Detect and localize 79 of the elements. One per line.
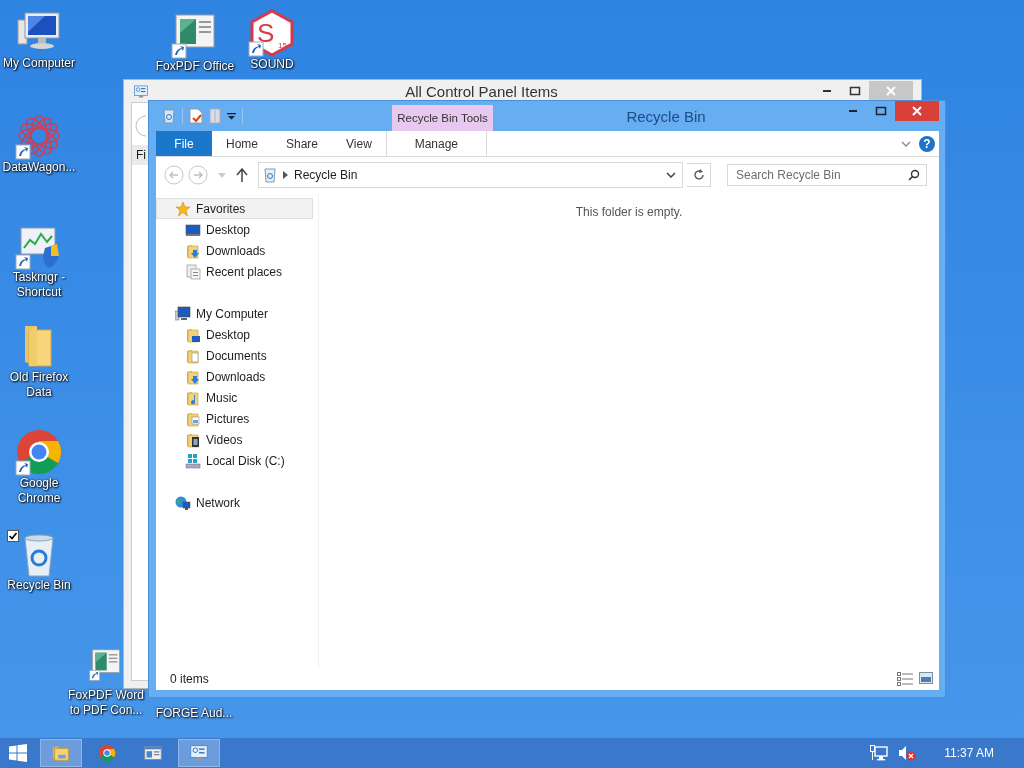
checkbox[interactable] <box>7 530 19 542</box>
dropdown-icon[interactable] <box>227 112 236 120</box>
icon-label: Old Firefox Data <box>8 370 70 400</box>
icon-label: SOUND <box>249 57 295 72</box>
nav-item[interactable]: My Computer <box>156 303 313 324</box>
nav-item[interactable]: Downloads <box>156 240 313 261</box>
window-title: All Control Panel Items <box>404 82 559 100</box>
nav-item[interactable]: Pictures <box>156 408 313 429</box>
nav-item[interactable]: Music <box>156 387 313 408</box>
pictures-icon <box>185 410 201 427</box>
computer-icon <box>175 305 191 322</box>
disk-icon <box>185 452 201 469</box>
chrome-icon[interactable] <box>15 428 63 476</box>
window-title: Recycle Bin <box>625 106 707 127</box>
recent-icon <box>185 263 201 280</box>
close-button[interactable] <box>895 101 939 121</box>
large-icons-view-icon[interactable] <box>919 672 933 684</box>
minimize-icon <box>849 110 857 112</box>
item-count: 0 items <box>170 672 210 686</box>
address-path: Recycle Bin <box>294 168 359 182</box>
close-icon <box>886 86 896 96</box>
refresh-button[interactable] <box>687 163 711 187</box>
downloads-icon <box>185 242 201 259</box>
control-panel-icon <box>132 83 150 99</box>
icon-label: FoxPDF Office <box>155 59 235 74</box>
datawagon-icon[interactable] <box>15 112 63 160</box>
network-icon[interactable] <box>870 745 889 761</box>
nav-item[interactable]: Desktop <box>156 219 313 240</box>
maximize-icon <box>875 106 887 116</box>
videos-icon <box>185 431 201 448</box>
icon-label: FORGE Aud... <box>154 706 234 721</box>
chevron-right-icon[interactable] <box>283 171 288 179</box>
refresh-icon <box>692 169 705 181</box>
desktop-icon <box>185 221 201 238</box>
downloads-icon <box>185 368 201 385</box>
nav-item[interactable]: Recent places <box>156 261 313 282</box>
icon-label: Recycle Bin <box>6 578 72 593</box>
recycle-bin-icon[interactable] <box>162 108 176 124</box>
speaker-icon[interactable] <box>898 745 917 761</box>
maximize-icon <box>849 86 861 96</box>
file-menu-tab[interactable]: File <box>156 131 212 156</box>
nav-item[interactable]: Favorites <box>156 198 313 219</box>
recycle-bin-icon <box>263 167 277 183</box>
nav-item[interactable]: Network <box>156 492 313 513</box>
icon-label: FoxPDF Word to PDF Con... <box>67 688 145 718</box>
properties-icon[interactable] <box>189 108 203 124</box>
nav-item[interactable]: Desktop <box>156 324 313 345</box>
logo-letter: S <box>257 18 275 48</box>
documents-icon <box>185 347 201 364</box>
music-icon <box>185 389 201 406</box>
icon-label: DataWagon... <box>1 160 77 175</box>
empty-message: This folder is empty. <box>575 205 683 221</box>
close-icon <box>912 106 922 116</box>
chevron-down-icon[interactable] <box>666 172 676 178</box>
icon-label: Taskmgr - Shortcut <box>11 270 67 300</box>
chrome-icon <box>96 742 118 764</box>
help-button[interactable]: ? <box>919 135 935 152</box>
star-icon <box>175 200 191 217</box>
tab-group-label: Recycle Bin Tools <box>392 105 493 131</box>
icon-label: Google Chrome <box>16 476 62 506</box>
desktop-folder-icon <box>185 326 201 343</box>
menu-item[interactable]: Fi <box>136 148 146 162</box>
address-bar[interactable]: Recycle Bin <box>258 162 683 188</box>
chevron-icon[interactable] <box>901 140 911 147</box>
windows-logo-icon <box>9 744 27 762</box>
pdfdoc-icon[interactable] <box>89 647 123 681</box>
nav-item[interactable]: Videos <box>156 429 313 450</box>
up-arrow-icon[interactable] <box>236 168 248 182</box>
clock[interactable]: 11:37 AM <box>944 746 994 760</box>
network-icon <box>175 494 191 511</box>
minimize-icon <box>823 90 831 92</box>
taskbar-button[interactable] <box>178 739 220 767</box>
search-icon[interactable] <box>908 169 920 181</box>
icon-label: My Computer <box>2 56 76 71</box>
nav-item[interactable]: Documents <box>156 345 313 366</box>
nav-item[interactable]: Downloads <box>156 366 313 387</box>
details-view-icon[interactable] <box>897 672 913 686</box>
nav-item[interactable]: Local Disk (C:) <box>156 450 313 471</box>
search-field[interactable]: Search Recycle Bin <box>727 164 927 186</box>
